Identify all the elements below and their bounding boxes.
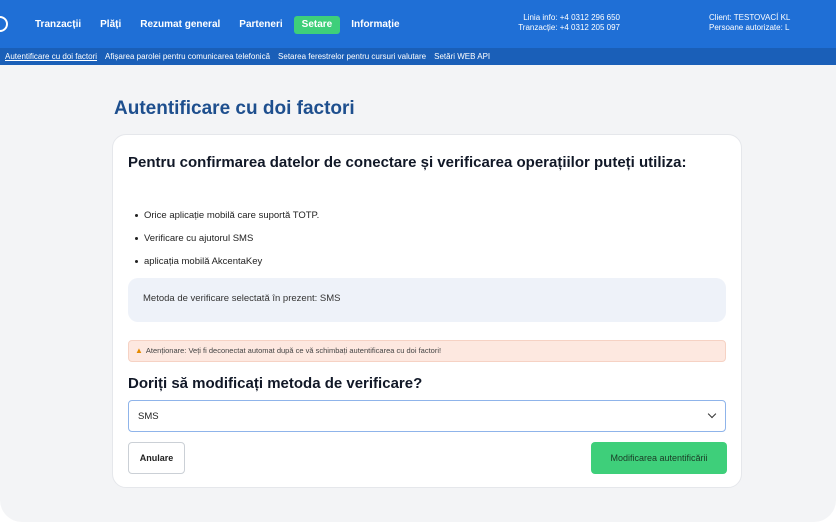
subnav-item-currency-windows[interactable]: Setarea ferestrelor pentru cursuri valut… — [278, 52, 426, 61]
info-line: Linia info: +4 0312 296 650 — [523, 13, 620, 22]
subnav-item-phone-password[interactable]: Afișarea parolei pentru comunicarea tele… — [105, 52, 270, 61]
transaction-line: Tranzacție: +4 0312 205 097 — [518, 23, 620, 32]
authorized-persons: Persoane autorizate: L — [709, 23, 790, 32]
nav-item-partners[interactable]: Parteneri — [231, 16, 290, 34]
change-method-heading: Doriți să modificați metoda de verificar… — [128, 375, 423, 392]
warning-icon: ▲ — [135, 346, 143, 355]
page-title: Autentificare cu doi factori — [114, 98, 355, 119]
nav-item-information[interactable]: Informație — [343, 16, 407, 34]
list-item: Verificare cu ajutorul SMS — [135, 233, 319, 244]
logo-icon[interactable] — [0, 16, 8, 32]
app-frame: Tranzacții Plăți Rezumat general Partene… — [0, 0, 836, 522]
two-factor-card: Pentru confirmarea datelor de conectare … — [112, 134, 742, 488]
subnav-item-two-factor[interactable]: Autentificare cu doi factori — [5, 52, 97, 61]
client-name: Client: TESTOVACÍ KL — [709, 13, 791, 22]
settings-subnav: Autentificare cu doi factori Afișarea pa… — [0, 48, 836, 65]
subnav-item-web-api[interactable]: Setări WEB API — [434, 52, 490, 61]
alert-text: Atenționare: Veți fi deconectat automat … — [145, 346, 442, 355]
list-item: aplicația mobilă AkcentaKey — [135, 256, 319, 267]
change-authentication-button[interactable]: Modificarea autentificării — [591, 442, 727, 474]
verification-options-list: Orice aplicație mobilă care suportă TOTP… — [135, 210, 319, 279]
nav-item-transactions[interactable]: Tranzacții — [27, 16, 89, 34]
verification-method-select[interactable]: SMS — [128, 400, 726, 432]
current-method-box: Metoda de verificare selectată în prezen… — [128, 278, 726, 322]
nav-item-settings[interactable]: Setare — [293, 16, 341, 34]
logout-warning-alert: ▲ Atenționare: Veți fi deconectat automat… — [128, 340, 726, 362]
top-navigation-bar: Tranzacții Plăți Rezumat general Partene… — [0, 0, 836, 48]
nav-item-payments[interactable]: Plăți — [92, 16, 129, 34]
cancel-button[interactable]: Anulare — [128, 442, 185, 474]
chevron-down-icon — [707, 409, 717, 419]
main-nav: Tranzacții Plăți Rezumat general Partene… — [27, 16, 411, 34]
select-value: SMS — [138, 411, 159, 422]
support-phone-info: Linia info: +4 0312 296 650 Tranzacție: … — [518, 13, 620, 33]
list-item: Orice aplicație mobilă care suportă TOTP… — [135, 210, 319, 221]
intro-heading: Pentru confirmarea datelor de conectare … — [128, 154, 687, 171]
client-info: Client: TESTOVACÍ KL Persoane autorizate… — [709, 13, 790, 33]
nav-item-overview[interactable]: Rezumat general — [132, 16, 228, 34]
